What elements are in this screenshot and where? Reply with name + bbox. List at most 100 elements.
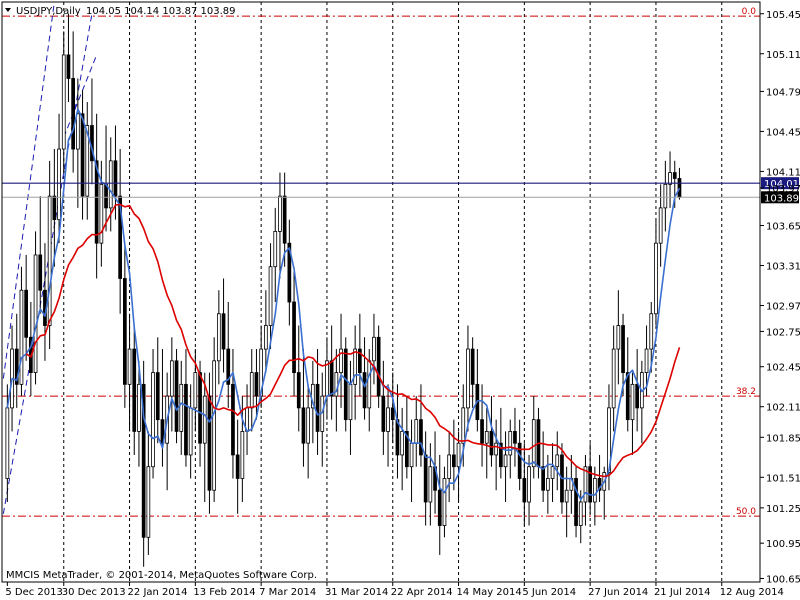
candle-body	[38, 254, 43, 291]
candle-body	[137, 383, 141, 432]
candle-body	[235, 454, 240, 479]
candle-body	[198, 372, 202, 444]
candle-body	[592, 478, 597, 503]
fib-level-label: 50.0	[736, 507, 756, 517]
y-tick-label: 104.45	[766, 127, 800, 138]
candle-body	[132, 348, 137, 432]
candle-body	[104, 183, 108, 209]
candle-body	[447, 454, 452, 479]
candle-body	[61, 54, 66, 150]
candle-body	[564, 489, 569, 503]
candle-body	[174, 360, 179, 432]
candle-body	[122, 278, 127, 385]
candle-body	[52, 195, 57, 221]
candle-body	[301, 407, 306, 444]
candle-body	[188, 407, 193, 456]
candle-body	[578, 501, 583, 526]
candle-body	[231, 383, 235, 456]
candle-body	[325, 360, 329, 397]
candle-body	[658, 207, 663, 244]
candle-body	[127, 348, 132, 385]
candle-body	[550, 466, 555, 479]
candle-body	[66, 54, 71, 79]
y-tick-label: 105.11	[766, 50, 800, 61]
y-tick-label: 104.79	[766, 87, 800, 98]
candle-body	[437, 489, 442, 526]
y-tick-label: 102.75	[766, 327, 800, 338]
candle-body	[625, 372, 630, 421]
candle-body	[508, 431, 513, 456]
candle-body	[57, 148, 61, 221]
candle-body	[221, 313, 226, 350]
candle-body	[207, 395, 212, 491]
candle-body	[315, 383, 320, 432]
y-tick-label: 101.51	[766, 473, 800, 484]
candle-body	[527, 466, 531, 503]
candle	[376, 325, 381, 408]
candle-body	[278, 195, 282, 232]
ohlc-readout: 104.05 104.14 103.87 103.89	[86, 6, 236, 17]
x-tick-label: 27 Jun 2014	[588, 587, 648, 598]
y-tick-label: 103.97	[766, 184, 800, 195]
candle-body	[503, 454, 508, 468]
candle-body	[155, 372, 160, 421]
y-tick-label: 102.11	[766, 403, 800, 414]
candle-body	[282, 195, 287, 244]
candle-body	[400, 431, 405, 456]
y-tick-label: 103.31	[766, 262, 800, 273]
candle	[174, 349, 179, 444]
candlestick-chart[interactable]: 0.038.250.0 104.01103.89 5 Dec 201330 De…	[0, 0, 800, 600]
y-tick-label: 102.97	[766, 302, 800, 313]
x-tick-label: 30 Dec 2013	[62, 587, 126, 598]
candle-body	[390, 407, 395, 421]
candle-body	[522, 478, 527, 503]
fib-level-label: 38.2	[736, 387, 756, 397]
candle-body	[362, 372, 367, 409]
candle-body	[484, 431, 489, 444]
candle	[141, 360, 146, 567]
candle-body	[348, 383, 353, 421]
candle-body	[151, 372, 155, 468]
x-tick-label: 22 Jan 2014	[128, 587, 188, 598]
candle-body	[644, 348, 649, 373]
copyright-text: MMCIS MetaTrader, © 2001-2014, MetaQuote…	[6, 570, 317, 581]
candle-body	[466, 348, 470, 409]
candle-body	[75, 113, 80, 150]
candle-body	[583, 466, 588, 503]
candle-body	[292, 301, 296, 373]
candle-body	[381, 395, 386, 432]
chart-header: USDJPY,Daily 104.05 104.14 103.87 103.89	[5, 6, 236, 17]
candle-body	[531, 419, 536, 468]
y-tick-label: 105.45	[766, 10, 800, 21]
candle-body	[494, 442, 499, 456]
candle-body	[451, 454, 456, 468]
candle-body	[47, 195, 52, 326]
candle-body	[414, 419, 419, 444]
candle-body	[33, 254, 38, 373]
candle-body	[461, 407, 466, 444]
candle-body	[329, 360, 334, 397]
y-tick-label: 100.95	[766, 539, 800, 550]
x-tick-label: 21 Jul 2014	[654, 587, 711, 598]
candle-body	[442, 478, 447, 526]
candle-body	[254, 372, 259, 397]
fib-level-label: 0.0	[742, 7, 757, 17]
x-tick-label: 14 May 2014	[457, 587, 522, 598]
candle-body	[423, 454, 428, 503]
y-tick-label: 100.65	[766, 574, 800, 585]
candle-body	[635, 383, 640, 409]
x-tick-label: 5 Jun 2014	[522, 587, 576, 598]
candle-body	[212, 360, 217, 491]
candle-body	[99, 183, 104, 244]
candle-body	[268, 266, 273, 326]
candle-body	[456, 442, 461, 468]
candle-body	[343, 348, 348, 421]
candle-body	[179, 383, 184, 432]
candle-body	[428, 466, 433, 503]
x-tick-label: 13 Feb 2014	[193, 587, 255, 598]
x-tick-label: 5 Dec 2013	[5, 587, 63, 598]
candle-body	[663, 183, 668, 209]
candle-body	[470, 348, 475, 385]
symbol-timeframe: USDJPY,Daily	[16, 6, 81, 17]
candle-body	[480, 419, 484, 444]
